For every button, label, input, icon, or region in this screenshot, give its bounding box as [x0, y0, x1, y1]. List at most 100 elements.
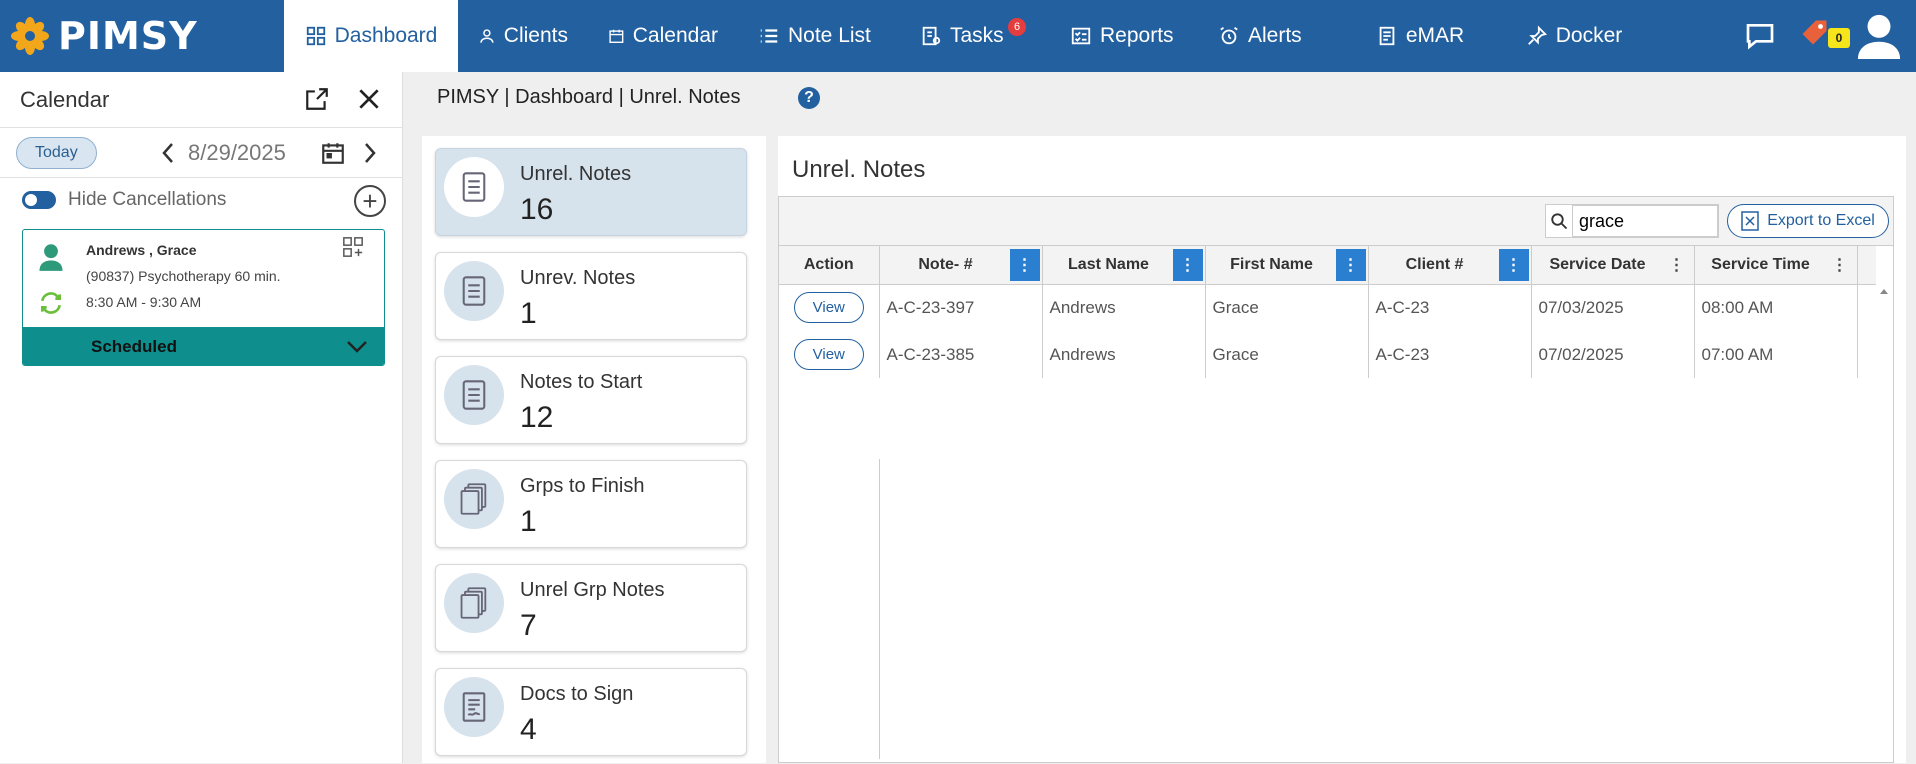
- emar-icon: [1379, 26, 1395, 46]
- note-icon: [444, 365, 504, 425]
- col-scroll-spacer: [1857, 246, 1876, 285]
- scroll-up-arrow-icon[interactable]: [1875, 284, 1893, 298]
- col-last-name[interactable]: Last Name ⋮: [1042, 246, 1206, 285]
- notes-table: Action Note- # ⋮ Last Name ⋮ First Name ⋮ C…: [779, 246, 1876, 378]
- recurring-icon: [40, 292, 62, 314]
- tile-docs-to-sign[interactable]: Docs to Sign 4: [435, 668, 747, 756]
- nav-calendar[interactable]: Calendar: [588, 0, 738, 72]
- search-box: [1545, 204, 1719, 238]
- nav-label: Tasks: [950, 24, 1004, 47]
- column-menu-icon[interactable]: ⋮: [1172, 249, 1203, 281]
- column-menu-icon[interactable]: ⋮: [1662, 249, 1692, 281]
- col-note-number[interactable]: Note- # ⋮: [879, 246, 1043, 285]
- nav-label: Dashboard: [334, 24, 438, 47]
- reports-icon: [1071, 27, 1091, 45]
- group-notes-icon: [444, 573, 504, 633]
- nav-label: Reports: [1100, 24, 1174, 47]
- cell-service-date: 07/03/2025: [1531, 284, 1695, 331]
- cell-first-name: Grace: [1205, 284, 1369, 331]
- cell-service-date: 07/02/2025: [1531, 331, 1695, 378]
- column-menu-icon[interactable]: ⋮: [1825, 249, 1855, 281]
- tile-notes-to-start[interactable]: Notes to Start 12: [435, 356, 747, 444]
- current-date[interactable]: 8/29/2025: [188, 140, 286, 166]
- tile-count: 1: [520, 505, 537, 538]
- appointment-client-name: Andrews , Grace: [86, 242, 197, 258]
- col-first-name[interactable]: First Name ⋮: [1205, 246, 1369, 285]
- tile-unrev-notes[interactable]: Unrev. Notes 1: [435, 252, 747, 340]
- col-client-number[interactable]: Client # ⋮: [1368, 246, 1532, 285]
- flower-logo-icon: [11, 17, 49, 55]
- column-menu-icon[interactable]: ⋮: [1335, 249, 1366, 281]
- col-service-date[interactable]: Service Date ⋮: [1531, 246, 1695, 285]
- col-service-time[interactable]: Service Time ⋮: [1694, 246, 1858, 285]
- cell-client-number: A-C-23: [1368, 331, 1532, 378]
- nav-alerts[interactable]: Alerts: [1198, 0, 1346, 72]
- tile-count: 7: [520, 609, 537, 642]
- table-row[interactable]: View A-C-23-385 Andrews Grace A-C-23 07/…: [779, 331, 1876, 378]
- notifications[interactable]: 0: [1798, 16, 1850, 57]
- note-icon: [444, 261, 504, 321]
- cell-spacer: [1857, 284, 1876, 331]
- view-button[interactable]: View: [793, 292, 864, 324]
- pimsy-logo[interactable]: PIMSY: [0, 0, 284, 72]
- sign-doc-icon: [444, 677, 504, 737]
- panel-title: Unrel. Notes: [792, 156, 926, 183]
- date-picker-icon[interactable]: [320, 140, 346, 166]
- today-button[interactable]: Today: [16, 136, 97, 169]
- cell-note-number: A-C-23-397: [879, 284, 1043, 331]
- nav-tasks[interactable]: Tasks 6: [900, 0, 1050, 72]
- nav-reports[interactable]: Reports: [1050, 0, 1198, 72]
- nav-label: Calendar: [632, 24, 718, 47]
- grid-toolbar: Export to Excel: [779, 197, 1893, 246]
- close-icon[interactable]: [356, 86, 382, 112]
- nav-clients[interactable]: Clients: [458, 0, 588, 72]
- table-row[interactable]: View A-C-23-397 Andrews Grace A-C-23 07/…: [779, 284, 1876, 331]
- excel-icon: [1741, 211, 1759, 231]
- open-external-icon[interactable]: [304, 86, 330, 112]
- hide-cancellations-toggle[interactable]: [22, 191, 56, 209]
- user-avatar-icon[interactable]: [1856, 11, 1902, 61]
- view-button[interactable]: View: [793, 339, 864, 370]
- nav-label: Alerts: [1248, 24, 1302, 47]
- nav-emar[interactable]: eMAR: [1346, 0, 1494, 72]
- tile-label: Unrev. Notes: [520, 267, 636, 289]
- tasks-icon: [922, 26, 941, 46]
- hide-cancellations-label: Hide Cancellations: [68, 189, 227, 210]
- tile-label: Unrel Grp Notes: [520, 579, 665, 601]
- breadcrumb: PIMSY | Dashboard | Unrel. Notes: [437, 86, 741, 108]
- list-icon: [760, 29, 778, 43]
- brand-name: PIMSY: [58, 14, 198, 58]
- appointment-options-icon[interactable]: [342, 236, 364, 258]
- chevron-right-icon[interactable]: [362, 141, 378, 165]
- tasks-count-badge: 6: [1008, 18, 1026, 36]
- cell-first-name: Grace: [1205, 331, 1369, 378]
- appointment-status: Scheduled: [91, 337, 177, 356]
- chat-icon[interactable]: [1744, 20, 1776, 52]
- export-to-excel-button[interactable]: Export to Excel: [1727, 204, 1889, 238]
- help-icon[interactable]: ?: [798, 87, 820, 109]
- appointment-status-bar[interactable]: Scheduled: [23, 327, 384, 365]
- chevron-down-icon[interactable]: [346, 339, 368, 355]
- nav-label: Docker: [1555, 24, 1623, 47]
- column-menu-icon[interactable]: ⋮: [1009, 249, 1040, 281]
- nav-note-list[interactable]: Note List: [738, 0, 900, 72]
- tile-count: 16: [520, 193, 554, 226]
- note-icon: [444, 157, 504, 217]
- chevron-left-icon[interactable]: [160, 141, 176, 165]
- add-appointment-button[interactable]: +: [354, 185, 386, 217]
- column-menu-icon[interactable]: ⋮: [1498, 249, 1529, 281]
- cell-service-time: 07:00 AM: [1694, 331, 1858, 378]
- cell-note-number: A-C-23-385: [879, 331, 1043, 378]
- appointment-card[interactable]: Andrews , Grace (90837) Psychotherapy 60…: [22, 229, 385, 366]
- nav-dashboard[interactable]: Dashboard: [284, 0, 458, 72]
- tile-unrel-notes[interactable]: Unrel. Notes 16: [435, 148, 747, 236]
- search-input[interactable]: [1572, 205, 1718, 237]
- vertical-scrollbar[interactable]: [1875, 284, 1893, 764]
- tile-grps-to-finish[interactable]: Grps to Finish 1: [435, 460, 747, 548]
- client-person-icon: [39, 244, 63, 271]
- nav-docker[interactable]: Docker: [1494, 0, 1654, 72]
- tile-unrel-grp-notes[interactable]: Unrel Grp Notes 7: [435, 564, 747, 652]
- calendar-icon: [609, 29, 624, 43]
- nav-label: Note List: [788, 24, 871, 47]
- nav-label: Clients: [503, 24, 568, 47]
